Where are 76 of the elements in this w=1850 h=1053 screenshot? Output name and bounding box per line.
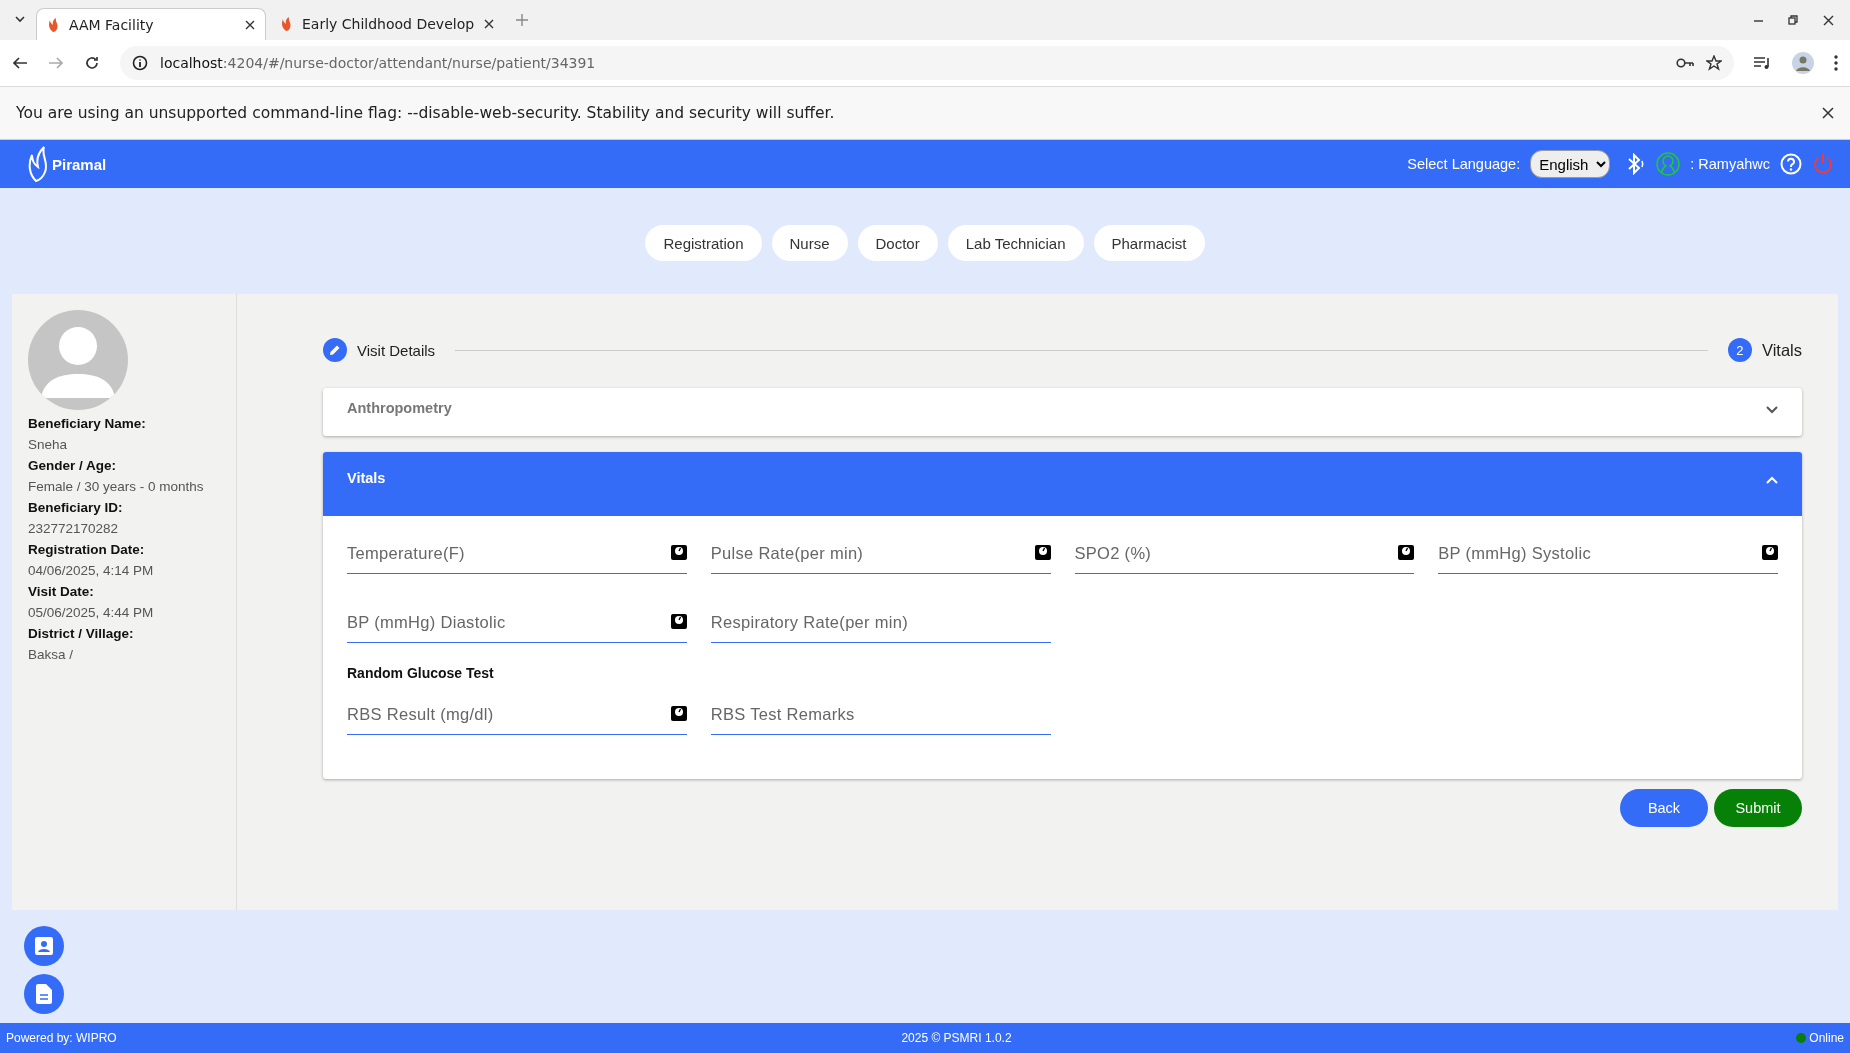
input-field[interactable]: RBS Test Remarks [710, 691, 1051, 735]
flame-icon [280, 16, 292, 32]
language-label: Select Language: [1407, 156, 1521, 172]
role-tab[interactable]: Pharmacist [1093, 225, 1205, 261]
field-label: Gender / Age: [28, 458, 117, 473]
warning-message: You are using an unsupported command-line flag: --disable-web-security. Stability and security will suffer. [16, 104, 836, 122]
browser-tab[interactable]: AAM Facility [36, 8, 266, 40]
contact-card-icon [35, 937, 53, 955]
action-button[interactable]: Submit [1714, 789, 1802, 827]
chevron-icon [1766, 476, 1778, 484]
scale-icon[interactable] [1762, 544, 1778, 560]
url-text: localhost:4204/#/nurse-doctor/attendant/nurse/patient/34391 [160, 55, 596, 71]
edit-icon [323, 338, 347, 362]
star-icon[interactable] [1706, 55, 1722, 71]
input-field[interactable]: BP (mmHg) Diastolic [347, 599, 687, 643]
group-heading: Random Glucose Test [347, 665, 495, 681]
step-label: Visit Details [357, 341, 436, 359]
field-label: District / Village: [28, 626, 135, 641]
flame-icon [47, 16, 59, 33]
section-header[interactable]: Vitals [323, 452, 1802, 516]
scale-icon[interactable] [1034, 544, 1051, 560]
scale-icon[interactable] [1398, 544, 1415, 560]
field-label: Beneficiary ID: [28, 500, 124, 515]
field-value: 232772170282 [28, 521, 120, 536]
close-icon[interactable] [1822, 107, 1834, 119]
field-value: Sneha [28, 437, 69, 452]
back-icon[interactable] [12, 55, 28, 71]
field-value: Female / 30 years - 0 months [28, 479, 205, 494]
close-icon[interactable] [484, 19, 495, 29]
language-select[interactable]: English [1530, 150, 1611, 178]
key-icon[interactable] [1676, 57, 1694, 69]
document-button[interactable] [24, 974, 64, 1014]
address-bar[interactable]: localhost:4204/#/nurse-doctor/attendant/nurse/patient/34391 [120, 46, 1734, 80]
flame-logo-icon [26, 146, 48, 182]
field-label: Registration Date: [28, 542, 146, 557]
restore-icon[interactable] [1788, 14, 1799, 26]
scale-icon[interactable] [670, 705, 687, 721]
media-icon[interactable] [1754, 56, 1772, 70]
info-icon[interactable] [132, 55, 148, 71]
step-number: 2 [1727, 338, 1752, 362]
tab-title: AAM Facility [69, 16, 155, 33]
tab-title: Early Childhood Develop [302, 16, 475, 32]
close-icon[interactable] [1823, 14, 1834, 26]
input-field[interactable]: RBS Result (mg/dl) [347, 691, 687, 735]
input-field[interactable]: Temperature(F) [347, 530, 687, 574]
input-field[interactable]: Pulse Rate(per min) [710, 530, 1051, 574]
field-value: 04/06/2025, 4:14 PM [28, 563, 155, 578]
user-name: : Ramyahwc [1690, 156, 1770, 172]
role-tab[interactable]: Nurse [771, 225, 848, 261]
role-tab[interactable]: Doctor [857, 225, 938, 261]
scale-icon[interactable] [670, 613, 687, 629]
copyright-text: 2025 © PSMRI 1.0.2 [900, 1031, 1013, 1045]
field-value: Baksa / [28, 647, 75, 662]
role-tab[interactable]: Lab Technician [947, 225, 1084, 261]
reload-icon[interactable] [84, 55, 100, 71]
role-tab[interactable]: Registration [645, 225, 762, 261]
menu-icon[interactable] [1834, 55, 1838, 71]
brand-name: Piramal [52, 155, 107, 173]
section-header[interactable]: Anthropometry [323, 388, 1802, 436]
profile-avatar-icon[interactable] [1792, 52, 1814, 74]
browser-tab[interactable]: Early Childhood Develop [270, 8, 505, 40]
field-label: Visit Date: [28, 584, 95, 599]
input-field[interactable]: BP (mmHg) Systolic [1438, 530, 1778, 574]
chevron-icon [1766, 406, 1778, 414]
action-button[interactable]: Back [1620, 789, 1708, 827]
status-text: Online [1809, 1031, 1844, 1045]
input-field[interactable]: Respiratory Rate(per min) [710, 599, 1051, 643]
field-value: 05/06/2025, 4:44 PM [28, 605, 155, 620]
close-icon[interactable] [245, 19, 255, 30]
footer-text: Powered by: WIPRO [6, 1031, 117, 1045]
help-icon[interactable] [1780, 153, 1802, 175]
field-label: Beneficiary Name: [28, 416, 147, 431]
document-icon [36, 984, 52, 1004]
scale-icon[interactable] [670, 544, 687, 560]
contact-card-button[interactable] [24, 926, 64, 966]
step-label: Vitals [1761, 340, 1802, 360]
